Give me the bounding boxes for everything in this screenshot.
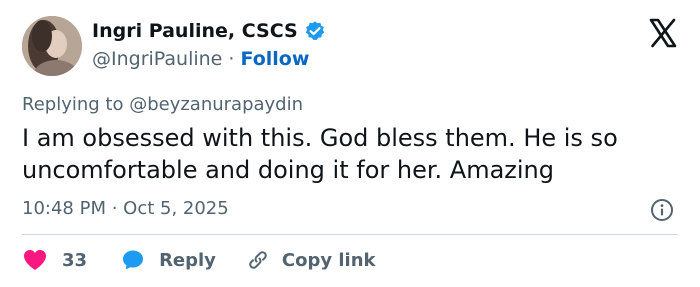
verified-badge-icon xyxy=(304,20,326,42)
copy-link-label: Copy link xyxy=(281,249,376,271)
author-handle[interactable]: @IngriPauline xyxy=(92,48,222,70)
speech-bubble-icon xyxy=(123,250,144,270)
link-icon xyxy=(249,251,267,269)
x-logo-icon[interactable] xyxy=(648,18,678,48)
handle-separator: · xyxy=(222,48,241,70)
reply-label: Reply xyxy=(159,249,216,271)
author-name-row: Ingri Pauline, CSCS xyxy=(92,20,326,42)
follow-link[interactable]: Follow xyxy=(241,48,310,70)
author-display-name[interactable]: Ingri Pauline, CSCS xyxy=(92,20,298,42)
actions-divider xyxy=(22,234,678,235)
like-button[interactable]: 33 xyxy=(22,248,87,272)
tweet-actions: 33 Reply Copy link xyxy=(22,246,376,274)
tweet-text: I am obsessed with this. God bless them.… xyxy=(22,124,618,184)
heart-icon xyxy=(24,250,46,270)
like-count: 33 xyxy=(62,249,88,271)
reply-button[interactable]: Reply xyxy=(121,248,216,272)
replying-to-label: Replying to @beyzanurapaydin xyxy=(22,94,304,115)
tweet-timestamp[interactable]: 10:48 PM · Oct 5, 2025 xyxy=(22,198,229,219)
author-handle-row: @IngriPauline · Follow xyxy=(92,48,309,70)
info-icon[interactable] xyxy=(650,198,674,222)
avatar[interactable] xyxy=(22,16,82,76)
tweet-card: Ingri Pauline, CSCS @IngriPauline · Foll… xyxy=(0,0,700,287)
copy-link-button[interactable]: Copy link xyxy=(246,248,376,272)
